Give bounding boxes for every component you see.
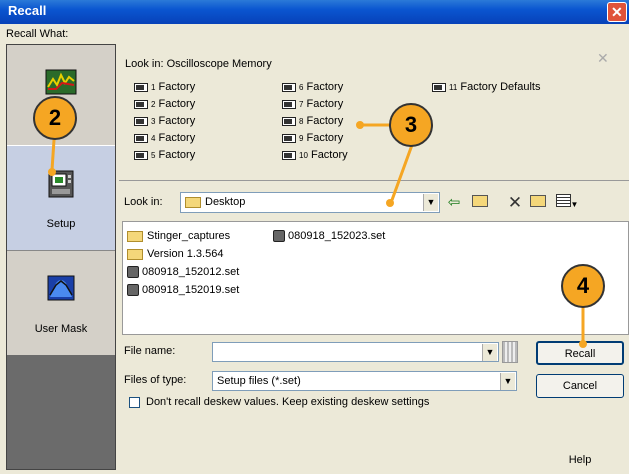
setup-file-icon [127,266,139,279]
close-button[interactable]: ✕ [607,2,627,22]
setup-file-icon [273,230,285,243]
memory-slot-icon [134,133,148,143]
memory-slot-6[interactable]: 6 Factory [282,79,343,95]
folder-icon [127,248,143,260]
folder-icon [127,230,143,242]
memory-slot-icon [432,82,446,92]
up-folder-icon[interactable] [470,193,490,213]
keyboard-icon[interactable] [502,341,518,363]
memory-title: Look in: Oscilloscope Memory [125,58,272,70]
memory-slot-icon [134,116,148,126]
sidebar-item-user-mask[interactable]: User Mask [7,251,115,355]
waveform-icon [45,69,77,95]
memory-slot-8[interactable]: 8 Factory [282,113,343,129]
close-icon: ✕ [611,4,623,20]
list-item[interactable]: 080918_152019.set [127,282,239,298]
list-item[interactable]: 080918_152012.set [127,264,239,280]
memory-slot-10[interactable]: 10 Factory [282,147,348,163]
setup-icon [48,170,74,198]
memory-slot-icon [134,99,148,109]
memory-slot-icon [282,133,296,143]
files-of-type-select[interactable]: Setup files (*.set) ▼ [212,371,517,391]
recall-what-label: Recall What: [6,28,69,40]
recall-dialog: Recall ✕ Recall What: form Setup [0,0,629,474]
new-folder-icon[interactable] [528,193,548,213]
file-name-field[interactable]: ▼ [212,342,499,362]
chevron-down-icon[interactable]: ▼ [500,373,515,390]
sidebar-item-label: Setup [46,218,76,230]
memory-slot-icon [134,150,148,160]
help-button[interactable]: Help [536,448,624,472]
memory-slot-4[interactable]: 4 Factory [134,130,195,146]
sidebar-item-setup[interactable]: Setup [7,145,115,251]
file-list[interactable]: Stinger_captures Version 1.3.564 080918_… [122,221,629,335]
callout-3: 3 [389,103,433,147]
chevron-down-icon[interactable]: ▼ [423,194,438,211]
sidebar-item-label: User Mask [34,323,88,335]
user-mask-icon [47,275,75,301]
memory-slot-icon [282,99,296,109]
memory-slot-1[interactable]: 1 Factory [134,79,195,95]
memory-close-icon[interactable]: ✕ [597,50,609,67]
memory-slot-icon [134,82,148,92]
list-item[interactable]: Stinger_captures [127,228,230,244]
files-of-type-label: Files of type: [124,374,187,386]
back-icon[interactable]: ⇦ [444,193,464,213]
memory-slot-icon [282,82,296,92]
memory-slot-7[interactable]: 7 Factory [282,96,343,112]
memory-slot-9[interactable]: 9 Factory [282,130,343,146]
look-in-select[interactable]: Desktop ▼ [180,192,440,213]
list-item[interactable]: 080918_152023.set [273,228,385,244]
view-menu-icon[interactable]: ▼ [554,193,580,213]
memory-slot-2[interactable]: 2 Factory [134,96,195,112]
folder-icon [185,196,201,208]
callout-4: 4 [561,264,605,308]
file-name-label: File name: [124,345,176,357]
cancel-button[interactable]: Cancel [536,374,624,398]
deskew-checkbox-label: Don't recall deskew values. Keep existin… [146,396,430,408]
section-divider [119,180,629,181]
title-bar[interactable]: Recall ✕ [0,0,629,24]
callout-2: 2 [33,96,77,140]
memory-slot-icon [282,150,296,160]
deskew-checkbox[interactable] [129,397,140,408]
memory-slot-3[interactable]: 3 Factory [134,113,195,129]
window-title: Recall [8,3,47,18]
memory-slot-icon [282,116,296,126]
setup-file-icon [127,284,139,297]
memory-slot-5[interactable]: 5 Factory [134,147,195,163]
look-in-label: Look in: [124,196,163,208]
chevron-down-icon[interactable]: ▼ [482,344,497,361]
delete-icon[interactable]: ✕ [505,193,525,213]
recall-button[interactable]: Recall [536,341,624,365]
memory-slot-11[interactable]: 11 Factory Defaults [432,79,540,95]
list-item[interactable]: Version 1.3.564 [127,246,223,262]
